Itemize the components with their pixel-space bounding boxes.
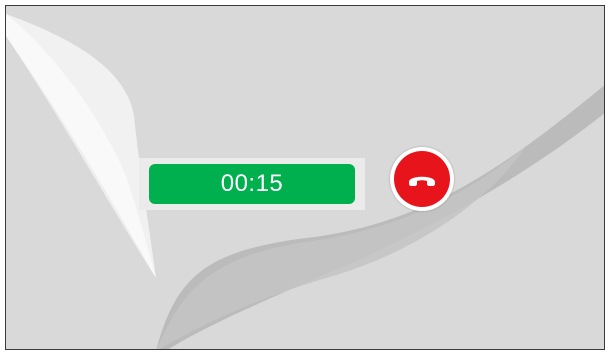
call-timer-frame: 00:15: [139, 158, 365, 210]
phone-hangup-icon: [409, 176, 435, 186]
hangup-button-face[interactable]: [394, 151, 450, 207]
call-timer: 00:15: [149, 164, 355, 204]
hangup-button[interactable]: [390, 147, 454, 211]
video-call-screen: 00:15: [5, 5, 605, 350]
call-duration-label: 00:15: [220, 170, 284, 197]
